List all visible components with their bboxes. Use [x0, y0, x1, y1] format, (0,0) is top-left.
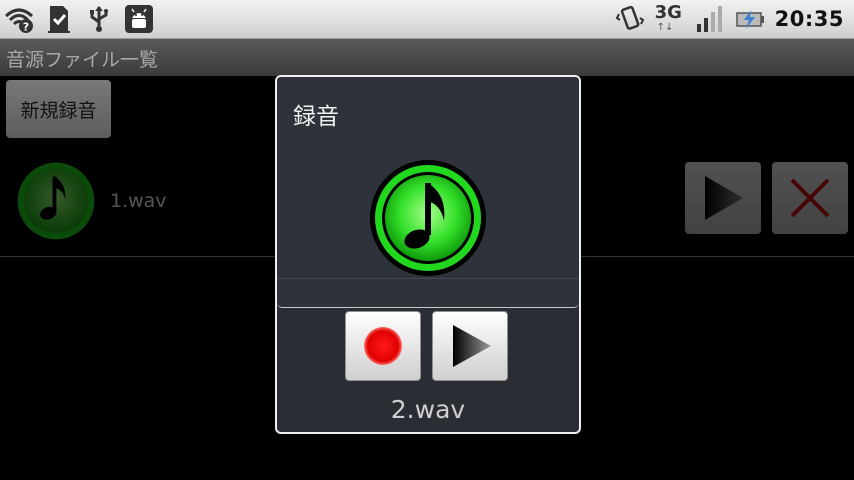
- play-icon: [705, 176, 743, 220]
- status-bar: ? 3G ↑↓ 20:35: [0, 0, 854, 39]
- wifi-question-icon: ?: [4, 8, 34, 34]
- download-complete-icon: [48, 6, 70, 33]
- play-button[interactable]: [685, 162, 761, 234]
- play-button[interactable]: [432, 311, 508, 381]
- page-title: 音源ファイル一覧: [6, 49, 159, 71]
- network-type-label: 3G: [654, 2, 682, 23]
- android-debug-icon: [125, 5, 153, 33]
- record-icon: [364, 327, 402, 365]
- dialog-header: 録音: [277, 77, 579, 308]
- title-bar: 音源ファイル一覧: [0, 39, 854, 76]
- file-name: 1.wav: [110, 190, 167, 212]
- dialog-title: 録音: [293, 104, 339, 130]
- new-recording-button[interactable]: 新規録音: [6, 80, 111, 138]
- dialog-divider: [277, 278, 579, 279]
- play-icon: [453, 325, 491, 367]
- record-button[interactable]: [345, 311, 421, 381]
- vibrate-icon: [615, 5, 644, 30]
- music-note-icon: [13, 158, 99, 244]
- network-type-indicator: 3G ↑↓: [654, 2, 685, 34]
- record-dialog: 録音 2.wav: [275, 75, 581, 434]
- svg-text:?: ?: [23, 21, 29, 34]
- recording-file-name: 2.wav: [390, 395, 466, 424]
- music-note-icon: [370, 160, 486, 276]
- battery-charging-icon: [735, 10, 764, 29]
- close-icon: [790, 178, 830, 218]
- delete-button[interactable]: [772, 162, 848, 234]
- signal-strength-icon: [696, 6, 722, 32]
- status-clock: 20:35: [774, 7, 844, 31]
- network-activity-arrows: ↑↓: [656, 22, 674, 33]
- usb-icon: [90, 6, 108, 32]
